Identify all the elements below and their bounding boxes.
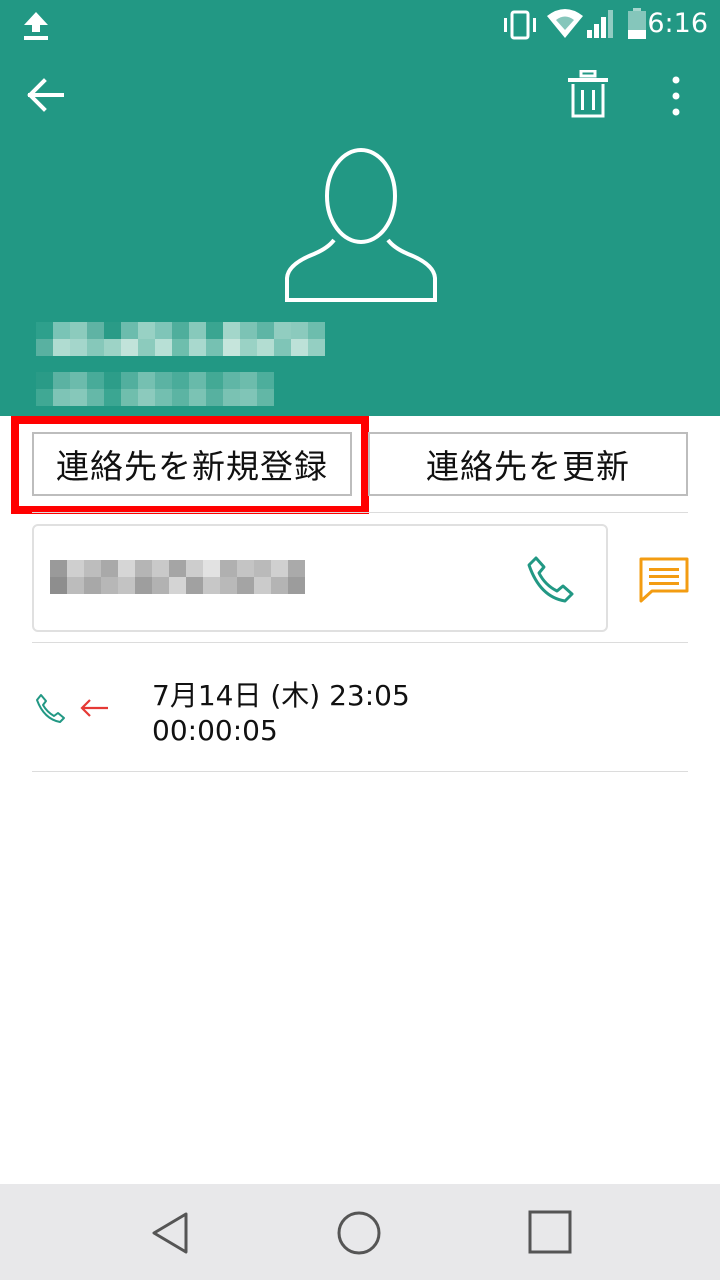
- incoming-call-icon: [34, 692, 114, 724]
- contact-name-redacted: [36, 322, 325, 356]
- wifi-icon: [546, 8, 584, 40]
- status-time: 6:16: [647, 8, 708, 39]
- nav-home-icon[interactable]: [336, 1210, 382, 1256]
- more-vertical-icon[interactable]: [668, 74, 684, 118]
- nav-back-icon[interactable]: [148, 1210, 192, 1256]
- vibrate-icon: [500, 8, 540, 42]
- person-outline-icon: [284, 148, 438, 304]
- upload-icon: [20, 10, 52, 42]
- call-duration: 00:00:05: [152, 714, 278, 747]
- divider: [32, 512, 688, 513]
- nav-recents-icon[interactable]: [528, 1210, 572, 1254]
- new-contact-button[interactable]: 連絡先を新規登録: [32, 432, 352, 496]
- contact-number-redacted: [36, 372, 274, 406]
- arrow-left-icon[interactable]: [22, 72, 68, 118]
- divider: [32, 642, 688, 643]
- phone-icon[interactable]: [526, 554, 576, 604]
- call-date: 7月14日 (木) 23:05: [152, 679, 410, 712]
- battery-icon: [626, 8, 648, 40]
- divider: [32, 771, 688, 772]
- message-icon[interactable]: [638, 556, 690, 604]
- phone-number-redacted: [50, 560, 305, 594]
- signal-icon: [586, 8, 616, 40]
- trash-icon[interactable]: [566, 69, 610, 120]
- update-contact-button[interactable]: 連絡先を更新: [368, 432, 688, 496]
